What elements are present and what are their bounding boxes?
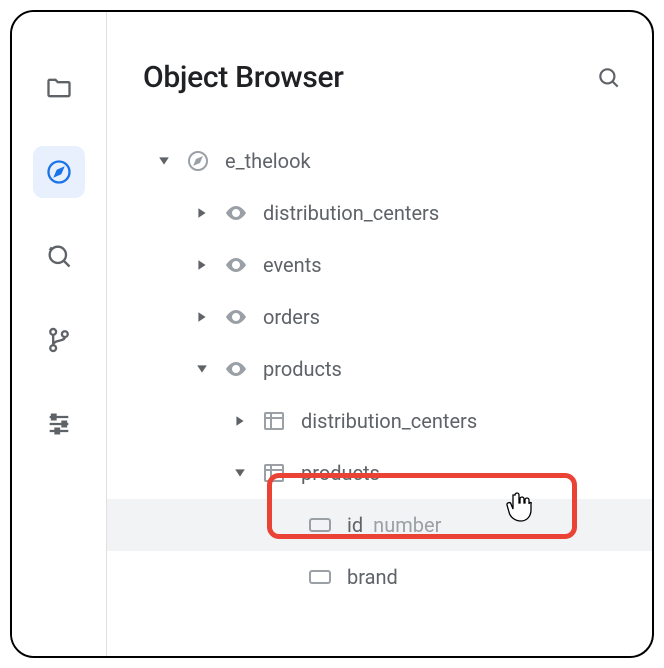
chevron-down-icon [231, 464, 249, 482]
field-type: number [373, 513, 441, 537]
header: Object Browser [143, 60, 622, 95]
table-icon [261, 408, 287, 434]
tree-node-view[interactable]: distribution_centers [143, 395, 622, 447]
git-branch-icon [45, 326, 73, 354]
node-label: distribution_centers [263, 201, 439, 225]
chevron-down-icon [155, 152, 173, 170]
eye-icon [223, 356, 249, 382]
node-label: orders [263, 305, 320, 329]
node-label: distribution_centers [301, 409, 477, 433]
tree-node-explore[interactable]: orders [143, 291, 622, 343]
node-label: products [263, 357, 342, 381]
sidebar [12, 12, 107, 656]
tree-node-view[interactable]: products [143, 447, 622, 499]
page-title: Object Browser [143, 60, 344, 95]
field-label: id [347, 513, 363, 537]
tree-node-model[interactable]: e_thelook [143, 135, 622, 187]
tree-node-explore[interactable]: distribution_centers [143, 187, 622, 239]
eye-icon [223, 304, 249, 330]
sidebar-item-folder[interactable] [33, 62, 85, 114]
compass-icon [45, 158, 73, 186]
eye-icon [223, 252, 249, 278]
tree-node-field-brand[interactable]: brand [143, 551, 622, 603]
sliders-icon [45, 410, 73, 438]
search-icon[interactable] [596, 65, 622, 91]
object-tree: e_thelook distribution_centers events [143, 135, 622, 603]
sidebar-item-browser[interactable] [33, 146, 85, 198]
tree-node-explore[interactable]: events [143, 239, 622, 291]
node-label: events [263, 253, 322, 277]
sidebar-item-git[interactable] [33, 314, 85, 366]
eye-icon [223, 200, 249, 226]
folder-icon [45, 74, 73, 102]
model-icon [185, 148, 211, 174]
field-label: brand [347, 565, 398, 589]
tree-node-field-id[interactable]: id number [107, 499, 652, 551]
field-icon [307, 564, 333, 590]
sidebar-item-settings[interactable] [33, 398, 85, 450]
chevron-right-icon [193, 256, 211, 274]
field-icon [307, 512, 333, 538]
chevron-right-icon [193, 204, 211, 222]
history-refresh-icon [45, 242, 73, 270]
chevron-right-icon [231, 412, 249, 430]
main-panel: Object Browser e_thelook distribution_ce… [107, 12, 652, 656]
tree-node-explore[interactable]: products [143, 343, 622, 395]
table-icon [261, 460, 287, 486]
chevron-down-icon [193, 360, 211, 378]
sidebar-item-history[interactable] [33, 230, 85, 282]
node-label: products [301, 461, 380, 485]
chevron-right-icon [193, 308, 211, 326]
node-label: e_thelook [225, 149, 311, 173]
